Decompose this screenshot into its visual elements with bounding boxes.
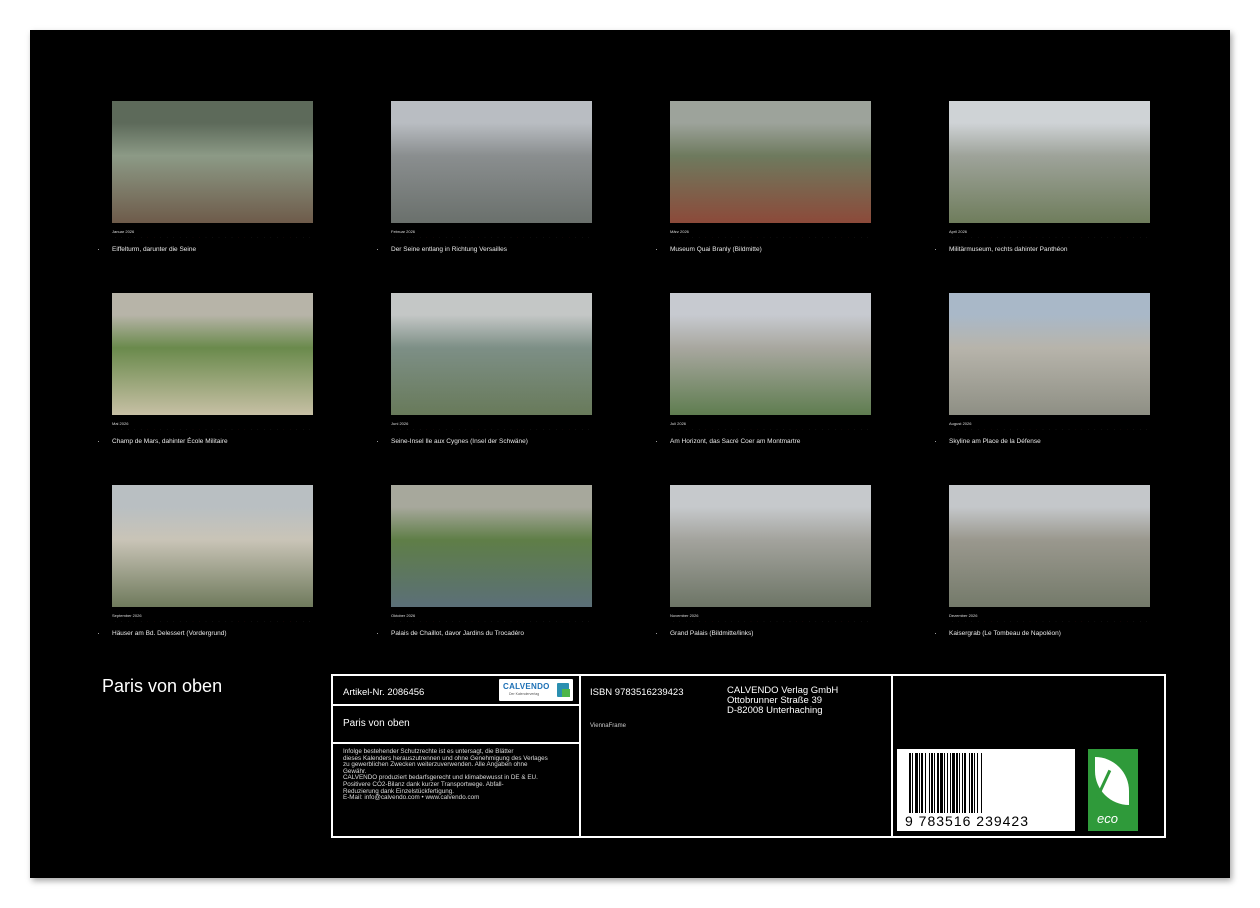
logo-sub: Der Kalenderverlag: [509, 692, 540, 696]
day-strip: · · · · · · · · · · · · · · · · · · · · · · · · · · · · · · ·: [393, 619, 590, 623]
month-photo: [949, 293, 1150, 415]
legal-text: Infolge bestehender Schutzrechte ist es …: [333, 744, 579, 802]
month-cell: März 2026 · · · · · · · · · · · · · · · · · · · · · · · · · · · · · · ·…: [656, 101, 871, 293]
month-caption: Eiffelturm, darunter die Seine: [98, 246, 313, 253]
day-strip: · · · · · · · · · · · · · · · · · · · · · · · · · · · · · · ·: [393, 235, 590, 239]
month-cell: Februar 2026 · · · · · · · · · · · · · · · · · · · · · · · · · · · ·…: [377, 101, 592, 293]
month-cell: Januar 2026 · · · · · · · · · · · · · · · · · · · · · · · · · · · · ·…: [98, 101, 313, 293]
publisher-address: CALVENDO Verlag GmbH Ottobrunner Straße …: [727, 686, 838, 716]
month-cell: Oktober 2026 · · · · · · · · · · · · · · · · · · · · · · · · · · · ·…: [377, 485, 592, 677]
month-photo: [949, 101, 1150, 223]
month-caption: Der Seine entlang in Richtung Versailles: [377, 246, 592, 253]
article-number: Artikel-Nr. 2086456: [343, 687, 425, 698]
month-name: März 2026: [670, 229, 689, 234]
info-column-isbn: ISBN 9783516239423 CALVENDO Verlag GmbH …: [581, 676, 893, 836]
month-caption: Seine-Insel Ile aux Cygnes (Insel der Sc…: [377, 438, 592, 445]
logo-mark-accent-icon: [562, 689, 570, 697]
day-strip: · · · · · · · · · · · · · · · · · · · · · · · · · · · · · · ·: [951, 427, 1148, 431]
calvendo-logo: CALVENDO Der Kalenderverlag: [499, 679, 573, 701]
month-cell: Mai 2026 · · · · · · · · · · · · · · · · · · · · · · · · · · · · · · · C…: [98, 293, 313, 485]
day-strip: · · · · · · · · · · · · · · · · · · · · · · · · · · · · · · ·: [951, 235, 1148, 239]
info-box: Artikel-Nr. 2086456 CALVENDO Der Kalende…: [331, 674, 1166, 838]
info-column-barcode: 9 783516 239423 eco: [893, 676, 1166, 836]
month-caption: Skyline am Place de la Défense: [935, 438, 1150, 445]
month-cell: Juli 2026 · · · · · · · · · · · · · · · · · · · · · · · · · · · · · · ·…: [656, 293, 871, 485]
month-caption: Häuser am Bd. Delessert (Vordergrund): [98, 630, 313, 637]
month-photo: [391, 293, 592, 415]
month-photo: [670, 485, 871, 607]
month-name: Oktober 2026: [391, 613, 416, 618]
month-cell: September 2026 · · · · · · · · · · · · · · · · · · · · · · · · · ·…: [98, 485, 313, 677]
eco-label: eco: [1097, 811, 1118, 826]
month-caption: Militärmuseum, rechts dahinter Panthéon: [935, 246, 1150, 253]
month-photo: [391, 485, 592, 607]
month-name: Februar 2026: [391, 229, 416, 234]
frame-name: ViennaFrame: [590, 723, 626, 729]
calendar-back-sheet: Januar 2026 · · · · · · · · · · · · · · · · · · · · · · · · · · · · ·…: [30, 30, 1230, 878]
day-strip: · · · · · · · · · · · · · · · · · · · · · · · · · · · · · · ·: [672, 619, 869, 623]
legal-line: zu gewerblichen Zwecken weiterzuverwende…: [343, 761, 528, 769]
month-photo: [949, 485, 1150, 607]
month-caption: Champ de Mars, dahinter École Militaire: [98, 438, 313, 445]
barcode-number: 9 783516 239423: [905, 813, 1029, 829]
day-strip: · · · · · · · · · · · · · · · · · · · · · · · · · · · · · · ·: [393, 427, 590, 431]
month-photo: [391, 101, 592, 223]
day-strip: · · · · · · · · · · · · · · · · · · · · · · · · · · · · · · ·: [114, 235, 311, 239]
day-strip: · · · · · · · · · · · · · · · · · · · · · · · · · · · · · · ·: [951, 619, 1148, 623]
month-cell: Dezember 2026 · · · · · · · · · · · · · · · · · · · · · · · · · · ·…: [935, 485, 1150, 677]
month-photo: [112, 293, 313, 415]
month-name: August 2026: [949, 421, 972, 426]
month-photo: [670, 293, 871, 415]
month-name: Januar 2026: [112, 229, 135, 234]
day-strip: · · · · · · · · · · · · · · · · · · · · · · · · · · · · · · ·: [672, 427, 869, 431]
month-grid: Januar 2026 · · · · · · · · · · · · · · · · · · · · · · · · · · · · ·…: [98, 101, 1150, 677]
month-name: Juli 2026: [670, 421, 687, 426]
month-caption: Museum Quai Branly (Bildmitte): [656, 246, 871, 253]
month-name: Dezember 2026: [949, 613, 978, 618]
legal-line: E-Mail: info@calvendo.com • www.calvendo…: [343, 794, 480, 802]
month-name: April 2026: [949, 229, 968, 234]
month-name: Mai 2026: [112, 421, 129, 426]
month-name: Juni 2026: [391, 421, 409, 426]
month-caption: Kaisergrab (Le Tombeau de Napoléon): [935, 630, 1150, 637]
month-photo: [670, 101, 871, 223]
month-cell: Juni 2026 · · · · · · · · · · · · · · · · · · · · · · · · · · · · · · ·…: [377, 293, 592, 485]
barcode-bars: [909, 753, 1059, 813]
publisher-line: D-82008 Unterhaching: [727, 705, 823, 716]
eco-badge: eco: [1088, 749, 1138, 831]
month-caption: Palais de Chaillot, davor Jardins du Tro…: [377, 630, 592, 637]
barcode: 9 783516 239423: [897, 749, 1075, 831]
month-name: September 2026: [112, 613, 142, 618]
month-caption: Am Horizont, das Sacré Coer am Montmartr…: [656, 438, 871, 445]
day-strip: · · · · · · · · · · · · · · · · · · · · · · · · · · · · · · ·: [672, 235, 869, 239]
month-caption: Grand Palais (Bildmitte/links): [656, 630, 871, 637]
isbn: ISBN 9783516239423: [590, 687, 684, 698]
calendar-title: Paris von oben: [102, 676, 223, 696]
month-photo: [112, 485, 313, 607]
product-title: Paris von oben: [343, 718, 410, 729]
day-strip: · · · · · · · · · · · · · · · · · · · · · · · · · · · · · · ·: [114, 427, 311, 431]
month-cell: November 2026 · · · · · · · · · · · · · · · · · · · · · · · · · · ·…: [656, 485, 871, 677]
month-name: November 2026: [670, 613, 699, 618]
logo-name: CALVENDO: [503, 682, 550, 691]
month-cell: April 2026 · · · · · · · · · · · · · · · · · · · · · · · · · · · · · ·…: [935, 101, 1150, 293]
day-strip: · · · · · · · · · · · · · · · · · · · · · · · · · · · · · · ·: [114, 619, 311, 623]
month-photo: [112, 101, 313, 223]
month-cell: August 2026 · · · · · · · · · · · · · · · · · · · · · · · · · · · · ·…: [935, 293, 1150, 485]
info-column-article: Artikel-Nr. 2086456 CALVENDO Der Kalende…: [333, 676, 581, 836]
leaf-icon: [1095, 757, 1129, 805]
